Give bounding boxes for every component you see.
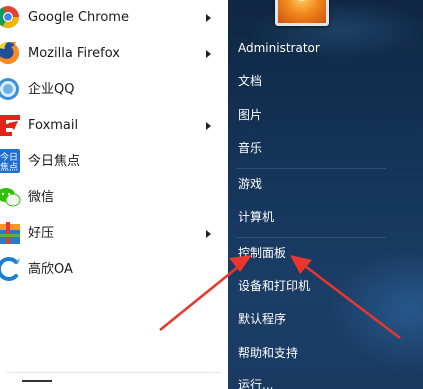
haozip-icon [0, 218, 22, 248]
submenu-arrow-icon [206, 14, 211, 22]
menu-item-music[interactable]: 音乐 [238, 136, 262, 160]
separator [236, 168, 386, 169]
programs-pane: Google Chrome Mozilla Firefox 企业QQ Foxma… [0, 0, 229, 389]
program-item-gaoxin-oa[interactable]: 高欣OA [0, 252, 228, 288]
enterprise-qq-icon [0, 74, 22, 104]
program-label: 好压 [28, 226, 55, 241]
menu-item-control-panel[interactable]: 控制面板 [238, 241, 286, 265]
submenu-arrow-icon [206, 50, 211, 58]
program-label: 高欣OA [28, 262, 73, 277]
menu-item-run[interactable]: 运行... [238, 373, 273, 389]
menu-item-administrator[interactable]: Administrator [238, 36, 320, 60]
all-programs-link[interactable] [22, 380, 52, 389]
firefox-icon [0, 38, 22, 68]
svg-text:今日: 今日 [0, 151, 18, 163]
program-label: Mozilla Firefox [28, 46, 120, 61]
wechat-icon [0, 182, 22, 212]
menu-item-documents[interactable]: 文档 [238, 69, 262, 93]
program-label: 今日焦点 [28, 154, 81, 169]
chrome-icon [0, 2, 22, 32]
program-item-haozip[interactable]: 好压 [0, 216, 228, 252]
program-label: 企业QQ [28, 82, 75, 97]
menu-item-help-and-support[interactable]: 帮助和支持 [238, 341, 298, 365]
menu-item-devices-and-printers[interactable]: 设备和打印机 [238, 274, 310, 298]
program-item-foxmail[interactable]: Foxmail [0, 108, 228, 144]
program-item-google-chrome[interactable]: Google Chrome [0, 0, 228, 36]
submenu-arrow-icon [206, 230, 211, 238]
today-focus-icon: 今日 焦点 [0, 146, 22, 176]
foxmail-icon [0, 110, 22, 140]
program-item-today-focus[interactable]: 今日 焦点 今日焦点 [0, 144, 228, 180]
gaoxin-oa-icon [0, 254, 22, 284]
menu-item-computer[interactable]: 计算机 [238, 205, 274, 229]
submenu-arrow-icon [206, 122, 211, 130]
menu-item-games[interactable]: 游戏 [238, 172, 262, 196]
program-item-wechat[interactable]: 微信 [0, 180, 228, 216]
start-menu: Google Chrome Mozilla Firefox 企业QQ Foxma… [0, 0, 423, 389]
program-label: Google Chrome [28, 10, 129, 25]
divider [6, 372, 220, 373]
menu-item-default-programs[interactable]: 默认程序 [238, 307, 286, 331]
program-label: Foxmail [28, 118, 79, 133]
svg-text:焦点: 焦点 [0, 161, 18, 173]
menu-item-pictures[interactable]: 图片 [238, 103, 262, 127]
user-avatar-icon[interactable] [275, 0, 329, 26]
separator [236, 237, 386, 238]
program-label: 微信 [28, 190, 55, 205]
program-item-enterprise-qq[interactable]: 企业QQ [0, 72, 228, 108]
program-item-mozilla-firefox[interactable]: Mozilla Firefox [0, 36, 228, 72]
